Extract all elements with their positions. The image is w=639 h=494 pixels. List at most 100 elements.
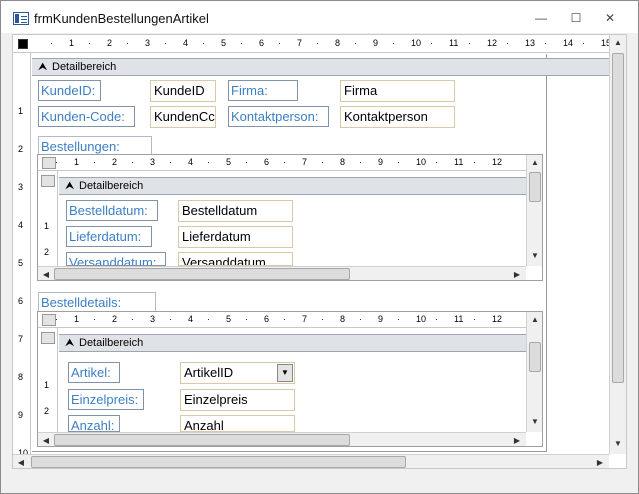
ruler-tick-label: 5 <box>18 258 24 268</box>
scroll-left-button[interactable]: ◀ <box>38 433 54 446</box>
chevron-down-icon[interactable]: ▼ <box>277 364 293 382</box>
subform-horizontal-ruler: 1 · 2 · 3 · 4 · 5 · 6 · 7 · 8 · 9 · 10 · 11 · 12 · <box>38 312 526 328</box>
scroll-down-button[interactable]: ▼ <box>527 248 542 264</box>
kundencode-field[interactable]: KundenCc <box>150 106 216 128</box>
ruler-tick-label: 7 <box>18 334 24 344</box>
scroll-right-button[interactable]: ▶ <box>509 433 525 446</box>
ruler-tick-label: 1 <box>44 221 50 231</box>
subform-vertical-ruler: 12 <box>38 171 58 266</box>
scroll-thumb[interactable] <box>612 53 624 383</box>
detail-section-bar[interactable]: ⮝ Detailbereich <box>32 58 626 76</box>
ruler-tick-label: 12 <box>487 38 498 48</box>
minimize-button[interactable]: — <box>526 7 556 29</box>
versanddatum-field[interactable]: Versanddatum <box>178 252 293 266</box>
kundeid-label[interactable]: KundeID: <box>38 80 101 101</box>
kundeid-field[interactable]: KundeID <box>150 80 216 102</box>
ruler-dot: · <box>506 38 509 48</box>
subform-horizontal-scrollbar[interactable]: ◀ ▶ <box>38 266 526 280</box>
ruler-dot: · <box>240 38 243 48</box>
bestelldetails-subform[interactable]: 1 · 2 · 3 · 4 · 5 · 6 · 7 · 8 · 9 · 10 · 11 · 12 · 12 ⮝ Detailb… <box>37 311 543 447</box>
ruler-dot: · <box>321 314 324 324</box>
chevron-up-icon: ⮝ <box>65 180 75 192</box>
subform-vertical-scrollbar[interactable]: ▲ ▼ <box>526 312 542 432</box>
lieferdatum-field[interactable]: Lieferdatum <box>178 226 293 248</box>
subform-detail-section-bar[interactable]: ⮝ Detailbereich <box>59 177 526 195</box>
bestelldetails-label[interactable]: Bestelldetails: <box>38 292 156 313</box>
ruler-dot: · <box>88 38 91 48</box>
scroll-thumb[interactable] <box>529 172 541 202</box>
scroll-up-button[interactable]: ▲ <box>527 155 542 171</box>
ruler-dot: · <box>435 157 438 167</box>
ruler-dot: · <box>55 157 58 167</box>
ruler-dot: · <box>283 314 286 324</box>
ruler-dot: · <box>207 314 210 324</box>
ruler-dot: · <box>169 314 172 324</box>
ruler-tick-label: 1 <box>44 380 50 390</box>
ruler-tick-label: 10 <box>411 38 422 48</box>
ruler-dot: · <box>468 38 471 48</box>
ruler-tick-label: 5 <box>221 38 227 48</box>
subform-horizontal-scrollbar[interactable]: ◀ ▶ <box>38 432 526 446</box>
subform-selector[interactable] <box>42 314 56 326</box>
access-form-window: frmKundenBestellungenArtikel — ☐ ✕ 1 · 2 · 3… <box>0 0 639 494</box>
ruler-tick-label: 2 <box>107 38 113 48</box>
artikel-label[interactable]: Artikel: <box>68 362 120 383</box>
subform-selector[interactable] <box>42 157 56 169</box>
scroll-up-button[interactable]: ▲ <box>610 35 626 51</box>
scroll-left-button[interactable]: ◀ <box>38 267 54 280</box>
window-title: frmKundenBestellungenArtikel <box>34 11 209 26</box>
ruler-dot: · <box>397 157 400 167</box>
scroll-up-button[interactable]: ▲ <box>527 312 542 328</box>
einzelpreis-field[interactable]: Einzelpreis <box>180 389 295 411</box>
scroll-thumb[interactable] <box>31 456 406 468</box>
scroll-down-button[interactable]: ▼ <box>610 436 626 452</box>
ruler-tick-label: 2 <box>112 314 118 324</box>
scroll-left-button[interactable]: ◀ <box>13 455 29 468</box>
ruler-dot: · <box>473 314 476 324</box>
bestelldatum-field[interactable]: Bestelldatum <box>178 200 293 222</box>
ruler-tick-label: 9 <box>373 38 379 48</box>
maximize-button[interactable]: ☐ <box>561 7 591 29</box>
ruler-dot: · <box>245 157 248 167</box>
lieferdatum-label[interactable]: Lieferdatum: <box>66 226 152 247</box>
section-selector[interactable] <box>41 332 55 344</box>
anzahl-field[interactable]: Anzahl <box>180 415 295 432</box>
firma-field[interactable]: Firma <box>340 80 455 102</box>
kundencode-label[interactable]: Kunden-Code: <box>38 106 135 127</box>
scroll-thumb[interactable] <box>529 342 541 372</box>
scroll-down-button[interactable]: ▼ <box>527 414 542 430</box>
ruler-dot: · <box>544 38 547 48</box>
subform-detail-section-bar[interactable]: ⮝ Detailbereich <box>59 334 526 352</box>
ruler-dot: · <box>126 38 129 48</box>
ruler-dot: · <box>283 157 286 167</box>
close-button[interactable]: ✕ <box>595 7 625 29</box>
anzahl-label[interactable]: Anzahl: <box>68 415 120 432</box>
main-vertical-scrollbar[interactable]: ▲ ▼ <box>609 35 626 454</box>
ruler-tick-label: 3 <box>150 314 156 324</box>
einzelpreis-label[interactable]: Einzelpreis: <box>68 389 144 410</box>
subform-vertical-scrollbar[interactable]: ▲ ▼ <box>526 155 542 266</box>
firma-label[interactable]: Firma: <box>228 80 298 101</box>
versanddatum-label[interactable]: Versanddatum: <box>66 252 166 266</box>
ruler-dot: · <box>50 38 53 48</box>
scroll-thumb[interactable] <box>54 434 350 446</box>
ruler-dot: · <box>582 38 585 48</box>
ruler-dot: · <box>359 314 362 324</box>
kontakt-label[interactable]: Kontaktperson: <box>228 106 329 127</box>
ruler-tick-label: 6 <box>259 38 265 48</box>
ruler-tick-label: 3 <box>150 157 156 167</box>
scroll-thumb[interactable] <box>54 268 350 280</box>
scroll-right-button[interactable]: ▶ <box>509 267 525 280</box>
main-horizontal-scrollbar[interactable]: ◀ ▶ <box>13 454 609 468</box>
scroll-right-button[interactable]: ▶ <box>592 455 608 468</box>
kontakt-field[interactable]: Kontaktperson <box>340 106 455 128</box>
ruler-tick-label: 3 <box>18 182 24 192</box>
section-selector[interactable] <box>41 175 55 187</box>
ruler-tick-label: 6 <box>264 314 270 324</box>
ruler-tick-label: 8 <box>340 157 346 167</box>
bestelldatum-label[interactable]: Bestelldatum: <box>66 200 158 221</box>
chevron-up-icon: ⮝ <box>65 337 75 349</box>
form-selector[interactable] <box>18 39 28 49</box>
bestellungen-subform[interactable]: 1 · 2 · 3 · 4 · 5 · 6 · 7 · 8 · 9 · 10 · 11 · 12 · 12 ⮝ Detailb… <box>37 154 543 281</box>
ruler-tick-label: 12 <box>492 157 503 167</box>
